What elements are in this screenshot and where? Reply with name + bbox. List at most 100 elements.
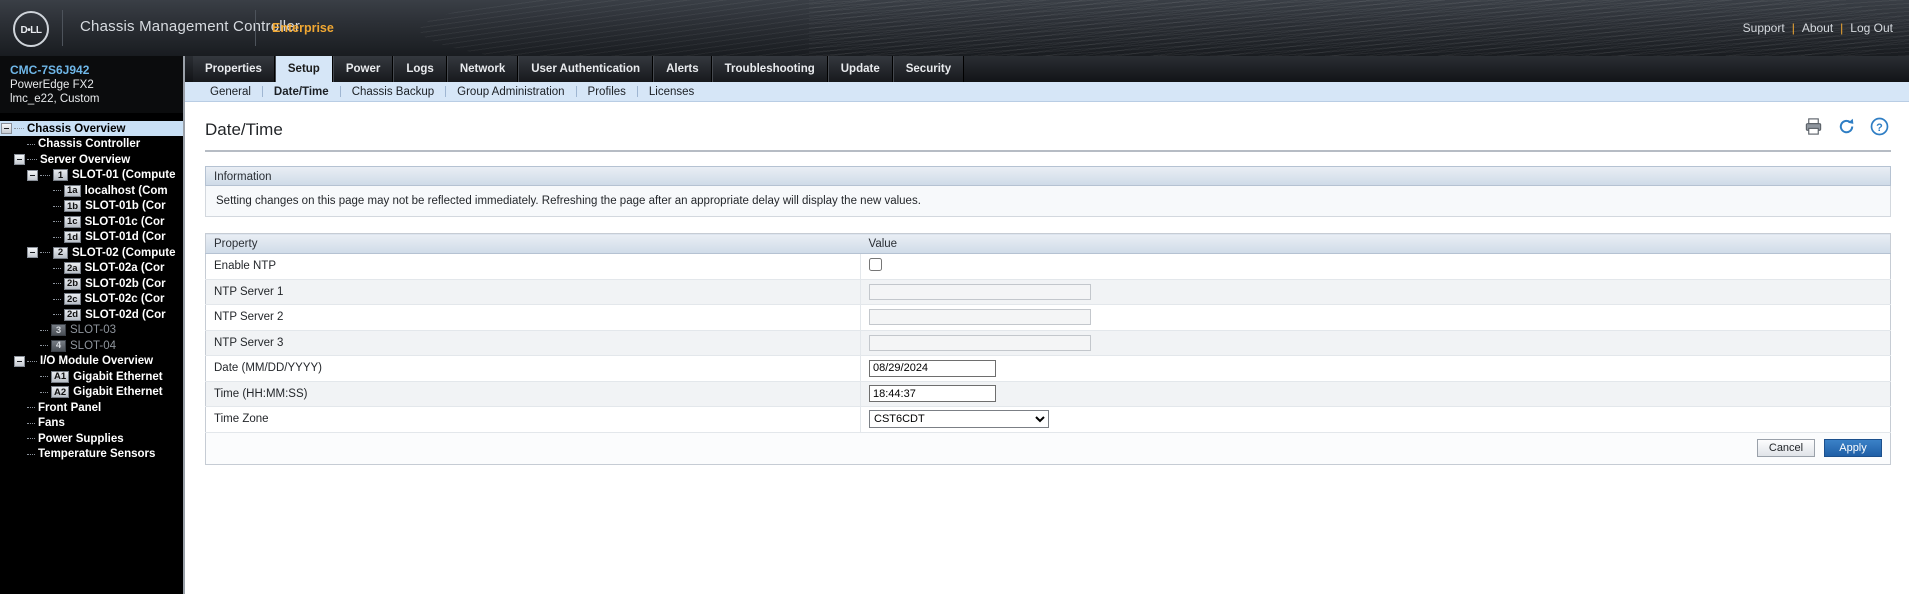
tree-connector [27,438,35,439]
cancel-button[interactable]: Cancel [1757,438,1815,457]
support-link[interactable]: Support [1743,21,1785,35]
primary-tabs: Properties Setup Power Logs Network User Auth… [185,56,1909,82]
sidebar-item-power-supplies[interactable]: Power Supplies [0,431,183,447]
tree-collapse-icon[interactable] [1,123,12,134]
subnav-general[interactable]: General [199,86,262,98]
svg-text:D•LL: D•LL [21,25,42,36]
sidebar-item-slot-01-compute[interactable]: 1 SLOT-01 (Compute [0,167,183,183]
tab-logs[interactable]: Logs [393,56,447,82]
link-separator-2: | [1840,21,1844,35]
tab-label: Security [905,63,952,75]
table-row: Enable NTP [205,253,1891,280]
date-mm-dd-yyyy-input[interactable] [869,359,996,377]
tab-update[interactable]: Update [827,56,893,82]
information-section: Information Setting changes on this page… [205,166,1891,217]
subnav-chassis-backup[interactable]: Chassis Backup [341,86,445,98]
sidebar-item-label: I/O Module Overview [40,355,154,367]
header-links: Support | About | Log Out [1743,21,1893,35]
subnav-group-administration[interactable]: Group Administration [446,86,575,98]
tab-label: User Authentication [531,63,641,75]
sidebar-item-server-overview[interactable]: Server Overview [0,152,183,168]
subnav-licenses[interactable]: Licenses [638,86,705,98]
sidebar-item-label: SLOT-02a (Cor [84,262,165,274]
tree-connector [53,314,61,315]
property-label: NTP Server 3 [205,330,861,356]
sidebar-item-fans[interactable]: Fans [0,415,183,431]
header-divider-2 [255,10,256,46]
tree-collapse-icon[interactable] [14,355,25,367]
form-button-bar: Cancel Apply [205,432,1891,465]
tree-connector [14,128,24,129]
sidebar-item-slot-04[interactable]: 4 SLOT-04 [0,338,183,354]
tree-connector [53,205,61,207]
tab-security[interactable]: Security [892,56,965,82]
sidebar-item-slot-01c-cor[interactable]: 1c SLOT-01c (Cor [0,214,183,230]
tree-collapse-icon[interactable] [27,247,38,258]
sidebar-item-slot-02b-cor[interactable]: 2b SLOT-02b (Cor [0,276,183,292]
about-link[interactable]: About [1802,21,1833,35]
time-hh-mm-ss-input[interactable] [869,385,996,403]
tree-collapse-icon[interactable] [14,154,25,165]
slot-badge: 4 [51,339,66,352]
sidebar-item-slot-02d-cor[interactable]: 2d SLOT-02d (Cor [0,307,183,323]
table-row: Time (HH:MM:SS) [205,381,1891,407]
sidebar-item-gigabit-ethernet[interactable]: A2 Gigabit Ethernet [0,384,183,400]
svg-text:?: ? [1876,122,1883,134]
slot-badge: 1b [64,200,82,212]
property-value-cell [860,330,1891,356]
subnav-date-time[interactable]: Date/Time [263,86,340,98]
time-zone-select[interactable]: CST6CDT [869,410,1049,429]
tree-connector [27,360,37,362]
sidebar-item-chassis-overview[interactable]: Chassis Overview [0,120,183,137]
print-icon[interactable] [1804,117,1823,136]
tab-network[interactable]: Network [446,56,519,82]
sidebar-item-label: SLOT-02d (Cor [85,308,166,321]
sidebar-item-localhost-com[interactable]: 1a localhost (Com [0,183,183,199]
sidebar-item-label: Chassis Overview [27,122,126,135]
tree-connector [27,159,37,160]
sidebar-item-slot-01b-cor[interactable]: 1b SLOT-01b (Cor [0,198,183,214]
sidebar-item-slot-02c-cor[interactable]: 2c SLOT-02c (Cor [0,291,183,307]
column-header-value: Value [860,233,1891,254]
tree-connector [27,422,35,424]
table-row: NTP Server 1 [205,279,1891,305]
tab-label: Update [840,63,880,75]
tree-connector [27,453,35,455]
sidebar-item-slot-02-compute[interactable]: 2 SLOT-02 (Compute [0,245,183,261]
slot-badge: 1d [64,231,82,243]
tab-power[interactable]: Power [332,56,394,82]
slot-badge: 2a [64,262,81,274]
tree-connector [40,174,50,176]
tab-alerts[interactable]: Alerts [653,56,712,82]
sidebar-item-front-panel[interactable]: Front Panel [0,400,183,416]
tree-connector [40,391,48,393]
tree-connector [53,267,61,269]
ntp-server-1-input[interactable] [869,283,1091,300]
sidebar-item-i-o-module-overview[interactable]: I/O Module Overview [0,353,183,369]
tree-connector [53,283,61,284]
ntp-server-3-input[interactable] [869,334,1091,351]
sidebar-item-slot-02a-cor[interactable]: 2a SLOT-02a (Cor [0,260,183,276]
tree-collapse-icon[interactable] [27,169,38,181]
property-value-cell [860,253,1891,280]
enable-ntp-checkbox[interactable] [869,258,882,272]
property-label: NTP Server 2 [205,304,861,331]
sidebar-item-gigabit-ethernet[interactable]: A1 Gigabit Ethernet [0,369,183,385]
chassis-tree: Chassis Overview Chassis Controller Server… [0,120,183,462]
apply-button[interactable]: Apply [1824,438,1882,457]
logout-link[interactable]: Log Out [1850,21,1893,35]
page-header: Date/Time ? [205,110,1891,152]
sidebar-item-slot-01d-cor[interactable]: 1d SLOT-01d (Cor [0,229,183,245]
refresh-icon[interactable] [1837,117,1856,136]
slot-badge: A2 [51,386,70,398]
tab-troubleshooting[interactable]: Troubleshooting [711,56,828,82]
ntp-server-2-input[interactable] [869,309,1091,326]
sidebar-item-temperature-sensors[interactable]: Temperature Sensors [0,446,183,462]
tab-setup[interactable]: Setup [274,56,333,82]
help-icon[interactable]: ? [1870,117,1889,136]
sidebar-item-slot-03[interactable]: 3 SLOT-03 [0,322,183,338]
tab-properties[interactable]: Properties [193,56,275,82]
sidebar-item-chassis-controller[interactable]: Chassis Controller [0,136,183,152]
tab-user-authentication[interactable]: User Authentication [518,56,654,82]
subnav-profiles[interactable]: Profiles [577,86,637,98]
